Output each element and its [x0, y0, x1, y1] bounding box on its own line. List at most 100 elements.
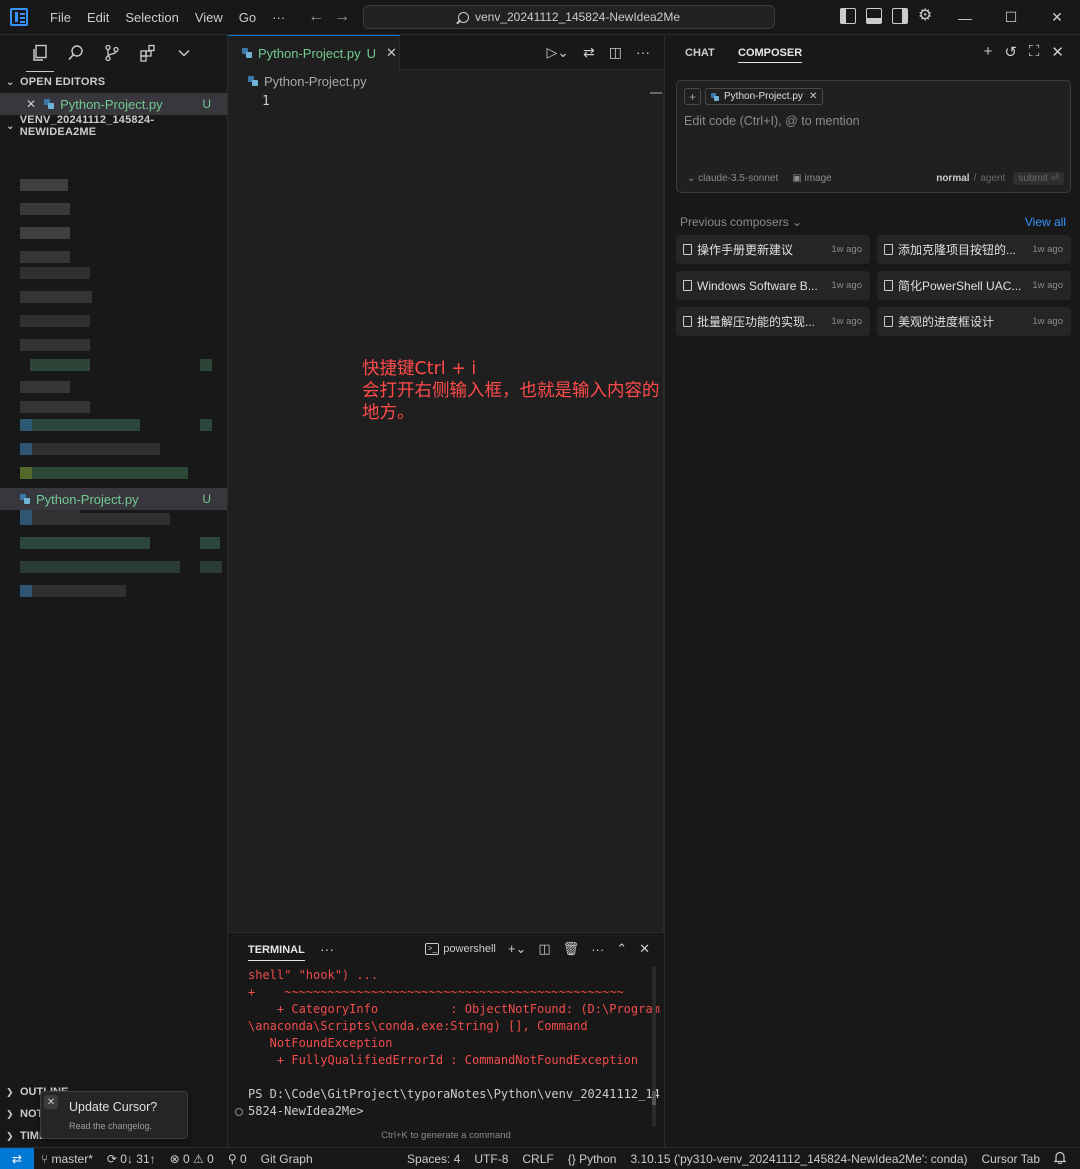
expand-icon[interactable]: ⛶ [1029, 43, 1040, 61]
menu-more-icon[interactable]: ··· [264, 0, 293, 35]
workspace-title: VENV_20241112_145824-NEWIDEA2ME [19, 114, 155, 138]
branch-indicator[interactable]: ⑂ master* [34, 1152, 100, 1166]
compare-changes-icon[interactable]: ⇄ [583, 44, 595, 61]
git-graph-button[interactable]: Git Graph [254, 1152, 320, 1166]
python-file-icon [248, 76, 258, 86]
more-actions-icon[interactable]: ··· [636, 44, 650, 61]
previous-composer-card[interactable]: 添加克隆项目按钮的... 1w ago [877, 235, 1071, 264]
activity-bar [0, 35, 227, 72]
close-tab-icon[interactable]: ✕ [386, 45, 397, 61]
breadcrumb[interactable]: Python-Project.py [228, 70, 664, 92]
maximize-panel-icon[interactable]: ⌃ [616, 941, 627, 957]
split-editor-icon[interactable]: ◫ [609, 44, 622, 61]
eol-indicator[interactable]: CRLF [515, 1152, 560, 1166]
close-panel-icon[interactable]: ✕ [639, 941, 650, 957]
composer-time: 1w ago [1032, 316, 1063, 327]
tree-file-item[interactable]: Python-Project.py U [0, 488, 227, 510]
previous-composer-card[interactable]: Windows Software B... 1w ago [676, 271, 870, 300]
annotation-line-2: 会打开右侧输入框，也就是输入内容的地方。 [362, 381, 660, 423]
more-icon[interactable]: ··· [591, 942, 604, 957]
mode-normal[interactable]: normal [936, 173, 969, 184]
menu-file[interactable]: File [42, 0, 79, 35]
terminal-scrollbar[interactable] [652, 967, 656, 1127]
tab-chat[interactable]: CHAT [685, 47, 715, 59]
settings-gear-icon[interactable]: ⚙ [918, 8, 932, 24]
close-icon[interactable]: ✕ [26, 97, 36, 111]
workspace-header[interactable]: ⌄ VENV_20241112_145824-NEWIDEA2ME [0, 114, 227, 138]
chevron-down-icon[interactable] [174, 43, 194, 63]
python-file-icon [711, 92, 719, 101]
new-composer-icon[interactable]: + [984, 43, 993, 61]
notification-subtitle[interactable]: Read the changelog. [69, 1121, 152, 1131]
ports-indicator[interactable]: ⚲ 0 [221, 1152, 254, 1166]
mode-agent[interactable]: agent [980, 173, 1005, 184]
search-icon[interactable] [66, 43, 86, 63]
problems-indicator[interactable]: ⊗ 0 ⚠ 0 [163, 1152, 221, 1166]
minimize-button[interactable]: — [942, 0, 988, 35]
close-icon[interactable]: ✕ [44, 1095, 58, 1109]
maximize-button[interactable]: ☐ [988, 0, 1034, 35]
terminal-line: NotFoundException [248, 1036, 393, 1050]
forward-arrow-icon[interactable]: → [329, 8, 355, 26]
run-python-icon[interactable]: ▷⌄ [547, 44, 570, 61]
submit-button[interactable]: submit ⏎ [1013, 171, 1064, 185]
editor-tab[interactable]: Python-Project.py U ✕ [228, 35, 400, 70]
menu-selection[interactable]: Selection [117, 0, 186, 35]
close-icon[interactable]: ✕ [809, 91, 817, 102]
language-mode[interactable]: {} Python [561, 1152, 624, 1166]
tab-composer[interactable]: COMPOSER [738, 47, 803, 63]
notifications-bell-icon[interactable] [1047, 1151, 1080, 1167]
composer-placeholder[interactable]: Edit code (Ctrl+I), @ to mention [684, 114, 860, 128]
cursor-tab-indicator[interactable]: Cursor Tab [975, 1152, 1047, 1166]
title-bar: File Edit Selection View Go ··· ← → venv… [0, 0, 1080, 35]
more-icon[interactable]: ··· [320, 941, 334, 957]
terminal-output[interactable]: shell" "hook") ... + ~~~~~~~~~~~~~~~~~~~~… [248, 967, 660, 1120]
open-editor-item[interactable]: ✕ Python-Project.py U [0, 93, 227, 115]
context-file-pill[interactable]: Python-Project.py ✕ [705, 88, 824, 105]
open-editors-header[interactable]: ⌄ OPEN EDITORS [0, 71, 227, 93]
update-notification[interactable]: ✕ Update Cursor? Read the changelog. [40, 1091, 188, 1139]
branch-name: master* [51, 1151, 93, 1166]
composer-title: 操作手册更新建议 [697, 243, 794, 257]
shell-selector[interactable]: >_ powershell [425, 943, 496, 955]
split-terminal-icon[interactable]: ◫ [538, 941, 550, 957]
model-selector[interactable]: claude-3.5-sonnet [687, 173, 778, 184]
menu-go[interactable]: Go [231, 0, 264, 35]
indentation-indicator[interactable]: Spaces: 4 [400, 1152, 467, 1166]
new-terminal-icon[interactable]: +⌄ [508, 941, 526, 957]
menu-edit[interactable]: Edit [79, 0, 117, 35]
previous-composer-card[interactable]: 美观的进度框设计 1w ago [877, 307, 1071, 336]
previous-composer-card[interactable]: 简化PowerShell UAC... 1w ago [877, 271, 1071, 300]
editor-tab-bar: Python-Project.py U ✕ ▷⌄ ⇄ ◫ ··· [228, 35, 664, 70]
previous-composers-header[interactable]: Previous composers ⌄ [680, 215, 802, 229]
image-button[interactable]: ▣ image [792, 173, 831, 184]
previous-composer-card[interactable]: 操作手册更新建议 1w ago [676, 235, 870, 264]
view-all-link[interactable]: View all [1025, 215, 1066, 229]
trash-icon[interactable]: 🗑 [563, 941, 580, 957]
back-arrow-icon[interactable]: ← [303, 8, 329, 26]
composer-input-box[interactable]: + Python-Project.py ✕ Edit code (Ctrl+I)… [676, 80, 1071, 193]
previous-composer-card[interactable]: 批量解压功能的实现... 1w ago [676, 307, 870, 336]
command-decoration-icon [235, 1108, 243, 1116]
add-context-button[interactable]: + [684, 88, 701, 105]
context-filename: Python-Project.py [724, 91, 803, 102]
composer-time: 1w ago [831, 316, 862, 327]
sync-indicator[interactable]: ⟳ 0↓ 31↑ [100, 1152, 163, 1166]
encoding-indicator[interactable]: UTF-8 [467, 1152, 515, 1166]
toggle-panel-icon[interactable] [866, 8, 882, 24]
close-window-button[interactable]: ✕ [1034, 0, 1080, 35]
extensions-icon[interactable] [138, 43, 158, 63]
explorer-files-icon[interactable] [26, 43, 54, 72]
breadcrumb-filename: Python-Project.py [264, 73, 367, 89]
python-interpreter[interactable]: 3.10.15 ('py310-venv_20241112_145824-New… [623, 1152, 974, 1166]
menu-view[interactable]: View [187, 0, 231, 35]
toggle-secondary-sidebar-icon[interactable] [892, 8, 908, 24]
terminal-tab[interactable]: TERMINAL [248, 944, 305, 961]
source-control-icon[interactable] [102, 43, 122, 63]
document-icon [884, 280, 893, 291]
history-icon[interactable]: ↺ [1004, 43, 1017, 61]
command-center-search[interactable]: venv_20241112_145824-NewIdea2Me [363, 5, 775, 29]
remote-indicator[interactable]: ⇄ [0, 1147, 34, 1169]
toggle-primary-sidebar-icon[interactable] [840, 8, 856, 24]
close-icon[interactable]: ✕ [1051, 43, 1064, 61]
